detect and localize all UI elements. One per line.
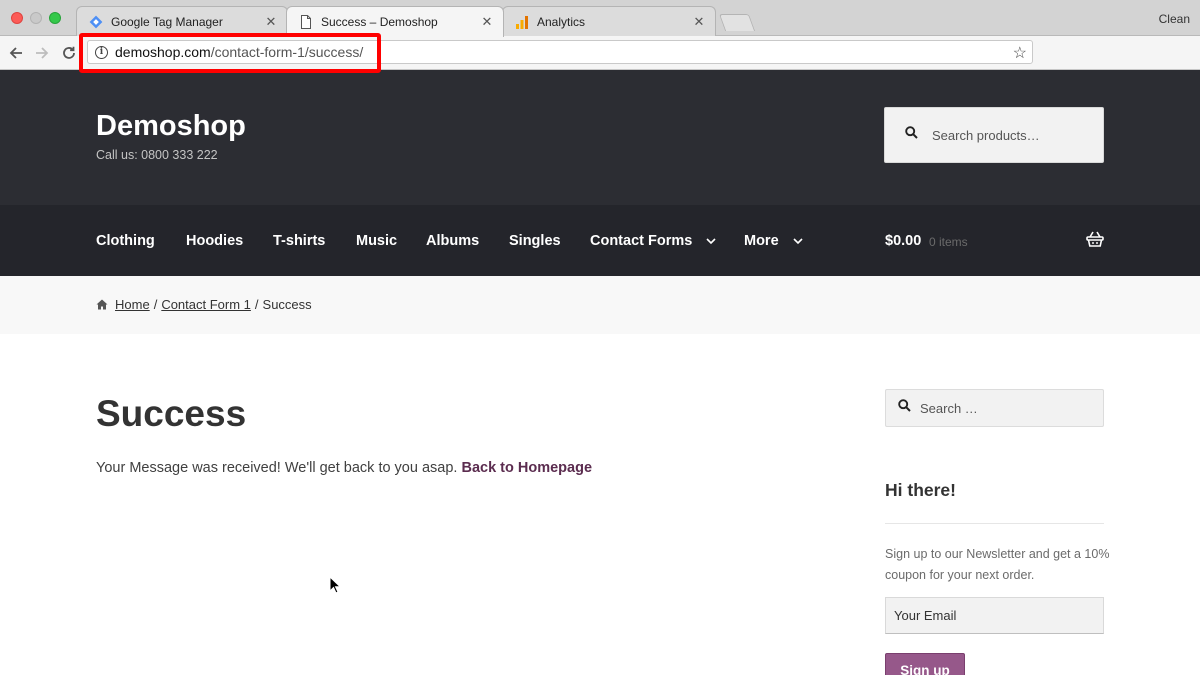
signup-button[interactable]: Sign up	[885, 653, 965, 675]
url-host: demoshop.com	[115, 44, 211, 60]
reload-icon[interactable]	[59, 43, 79, 63]
nav-item-hoodies[interactable]: Hoodies	[186, 233, 243, 249]
success-message: Your Message was received! We'll get bac…	[96, 460, 592, 476]
search-icon	[898, 399, 911, 417]
search-placeholder: Search …	[920, 400, 978, 416]
site-tagline: Call us: 0800 333 222	[96, 148, 218, 162]
site-title[interactable]: Demoshop	[96, 110, 246, 143]
cart-count[interactable]: 0 items	[929, 235, 968, 249]
newsletter-widget-title: Hi there!	[885, 480, 956, 500]
widget-divider	[885, 523, 1104, 524]
breadcrumb-home-link[interactable]: Home	[115, 297, 150, 312]
success-message-text: Your Message was received! We'll get bac…	[96, 460, 458, 476]
nav-item-albums[interactable]: Albums	[426, 233, 479, 249]
tab-title: Google Tag Manager	[111, 14, 223, 29]
home-icon	[96, 299, 108, 310]
nav-item-music[interactable]: Music	[356, 233, 397, 249]
search-icon	[905, 126, 918, 144]
page-title: Success	[96, 393, 247, 434]
close-tab-icon[interactable]: ✕	[479, 14, 495, 30]
nav-item-more[interactable]: More	[744, 233, 803, 249]
breadcrumb-contact-form-link[interactable]: Contact Form 1	[161, 297, 251, 312]
breadcrumb: Home / Contact Form 1 / Success	[96, 297, 312, 312]
site-header: Demoshop Call us: 0800 333 222 Search pr…	[0, 70, 1200, 205]
newsletter-description: Sign up to our Newsletter and get a 10% …	[885, 547, 1110, 582]
browser-tab-bar: Google Tag Manager ✕ Success – Demoshop …	[0, 0, 1200, 37]
cart-total[interactable]: $0.00	[885, 233, 921, 249]
nav-item-label: More	[744, 233, 779, 249]
newsletter-email-input[interactable]: Your Email	[885, 597, 1104, 634]
info-icon[interactable]: i	[95, 45, 108, 59]
nav-item-t-shirts[interactable]: T-shirts	[273, 233, 325, 249]
breadcrumb-bar: Home / Contact Form 1 / Success	[0, 276, 1200, 334]
nav-item-contact-forms[interactable]: Contact Forms	[590, 233, 716, 249]
maximize-window-button[interactable]	[49, 12, 61, 24]
tab-title: Analytics	[537, 14, 586, 29]
nav-item-label: Contact Forms	[590, 233, 693, 249]
bookmark-star-icon[interactable]: ☆	[1013, 43, 1027, 63]
breadcrumb-separator: /	[153, 297, 158, 312]
gtm-diamond-icon	[89, 15, 103, 29]
sidebar-search-input[interactable]: Search …	[885, 389, 1104, 427]
tab-success-demoshop[interactable]: Success – Demoshop ✕	[286, 6, 504, 37]
nav-item-clothing[interactable]: Clothing	[96, 233, 155, 249]
chevron-down-icon	[793, 233, 803, 249]
close-tab-icon[interactable]: ✕	[691, 14, 707, 30]
tab-analytics[interactable]: Analytics ✕	[502, 6, 716, 36]
breadcrumb-current: Success	[262, 297, 312, 312]
chevron-down-icon	[706, 233, 716, 249]
forward-arrow-icon[interactable]	[32, 43, 52, 63]
address-bar[interactable]: i demoshop.com/contact-form-1/success/ ☆	[87, 40, 1033, 64]
back-to-homepage-link[interactable]: Back to Homepage	[461, 460, 592, 476]
tab-google-tag-manager[interactable]: Google Tag Manager ✕	[76, 6, 288, 36]
close-window-button[interactable]	[11, 12, 23, 24]
shopping-basket-icon[interactable]	[1086, 231, 1104, 252]
analytics-bars-icon	[515, 15, 529, 29]
close-tab-icon[interactable]: ✕	[263, 14, 279, 30]
primary-navigation: Clothing Hoodies T-shirts Music Albums S…	[0, 205, 1200, 276]
breadcrumb-separator: /	[254, 297, 259, 312]
page-icon	[299, 15, 313, 29]
search-placeholder: Search products…	[932, 127, 1040, 143]
product-search-input[interactable]: Search products…	[884, 107, 1104, 163]
url-path: /contact-form-1/success/	[210, 44, 364, 60]
nav-item-singles[interactable]: Singles	[509, 233, 561, 249]
back-arrow-icon[interactable]	[6, 43, 26, 63]
profile-name[interactable]: Clean	[1159, 12, 1190, 26]
minimize-window-button[interactable]	[30, 12, 42, 24]
mouse-pointer-icon	[329, 575, 342, 599]
new-tab-button[interactable]	[718, 14, 756, 31]
tab-title: Success – Demoshop	[321, 15, 438, 29]
